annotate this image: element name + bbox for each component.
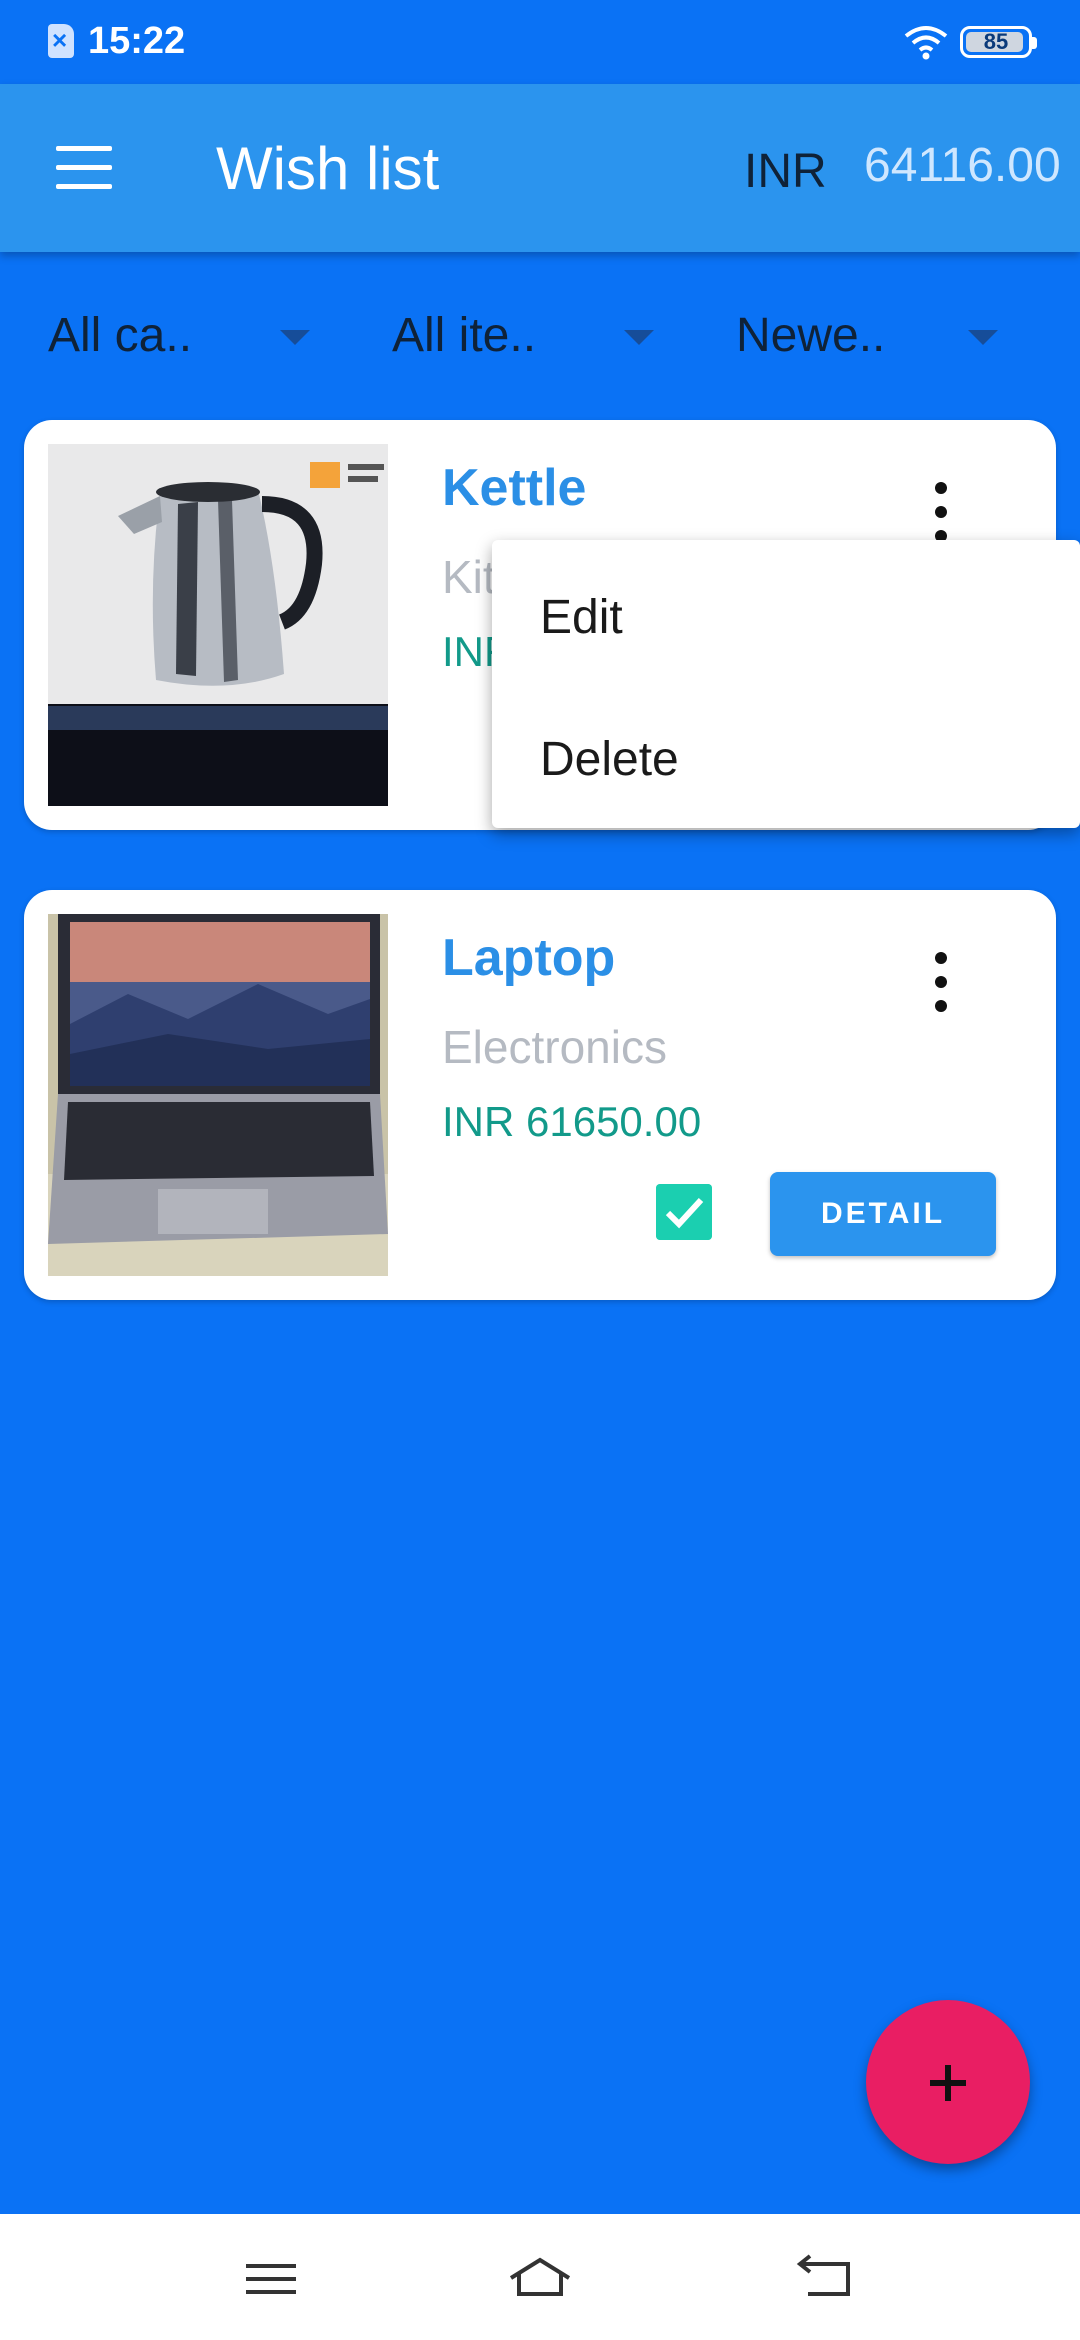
sort-label: Newe.. (736, 308, 886, 362)
total-balance: 64116.00 (864, 139, 1061, 192)
item-name: Laptop (442, 929, 616, 987)
nav-menu-icon[interactable] (236, 2244, 306, 2314)
page-title: Wish list (216, 135, 440, 202)
delete-menu-item[interactable]: Delete (540, 732, 679, 787)
item-options-menu: Edit Delete (492, 540, 1080, 828)
app-bar: Wish list INR 64116.00 (0, 84, 1080, 252)
battery-icon: 85 (960, 26, 1037, 58)
item-price: INR 61650.00 (442, 1098, 702, 1145)
more-vert-icon[interactable] (926, 482, 956, 546)
status-bar: 15:22 85 (0, 0, 1080, 84)
laptop-photo (48, 914, 388, 1276)
item-filter-dropdown[interactable]: All ite.. (392, 290, 662, 380)
currency-label: INR (744, 145, 827, 198)
filter-bar: All ca.. All ite.. Newe.. (0, 290, 1080, 380)
more-vert-icon[interactable] (926, 952, 956, 1016)
edit-menu-item[interactable]: Edit (540, 590, 623, 645)
sort-dropdown[interactable]: Newe.. (736, 290, 1006, 380)
dropdown-arrow-icon (624, 330, 654, 345)
kettle-photo (48, 444, 388, 806)
add-item-button[interactable] (866, 2000, 1030, 2164)
item-name: Kettle (442, 459, 587, 517)
hamburger-menu-icon[interactable] (56, 146, 112, 190)
category-filter-dropdown[interactable]: All ca.. (48, 290, 318, 380)
dropdown-arrow-icon (280, 330, 310, 345)
category-filter-label: All ca.. (48, 308, 193, 362)
battery-level: 85 (983, 29, 1009, 54)
status-time: 15:22 (88, 20, 186, 62)
nav-back-icon[interactable] (788, 2244, 858, 2314)
detail-button[interactable]: DETAIL (770, 1172, 996, 1256)
wifi-icon (904, 26, 948, 60)
item-category: Electronics (442, 1021, 667, 1073)
item-filter-label: All ite.. (392, 308, 537, 362)
system-nav-bar (0, 2214, 1080, 2340)
nav-home-icon[interactable] (505, 2244, 575, 2314)
sim-icon (48, 24, 74, 58)
checkbox-checked-icon[interactable] (656, 1184, 712, 1240)
dropdown-arrow-icon (968, 330, 998, 345)
wishlist-item-card[interactable]: Laptop Electronics INR 61650.00 DETAIL (24, 890, 1056, 1300)
